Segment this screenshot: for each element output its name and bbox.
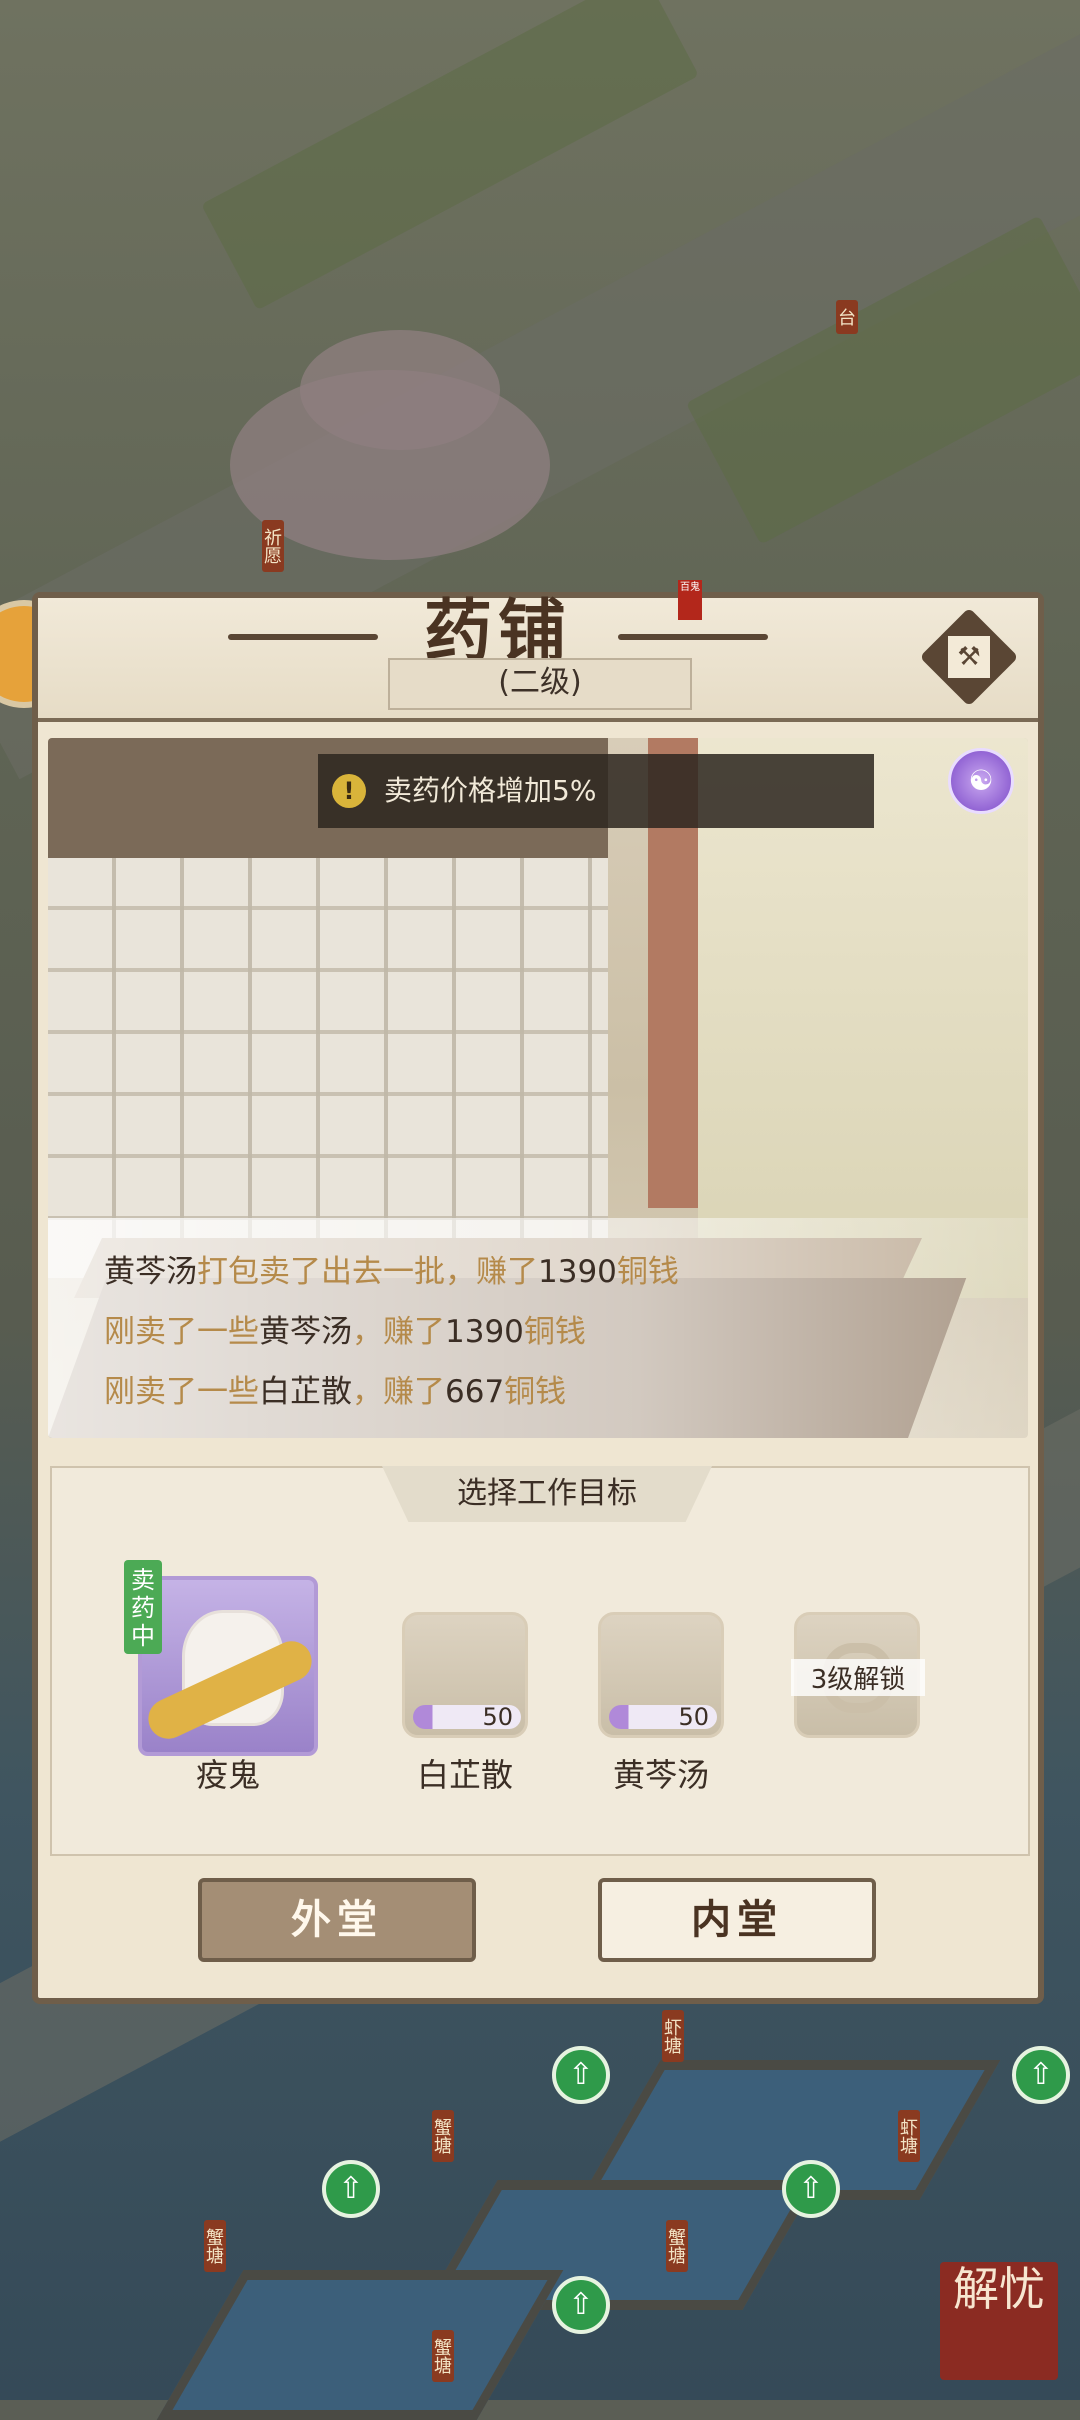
work-section-title: 选择工作目标 bbox=[382, 1466, 712, 1522]
upgrade-arrow-icon[interactable]: ⇧ bbox=[322, 2160, 380, 2218]
locked-slot[interactable]: 3级解锁 bbox=[791, 1612, 925, 1738]
map-sign[interactable]: 蟹塘 bbox=[431, 2110, 454, 2162]
map-sign[interactable]: 虾塘 bbox=[661, 2010, 684, 2062]
map-sign[interactable]: 祈愿 bbox=[261, 520, 284, 572]
sales-log: 黄芩汤打包卖了出去一批，赚了1390铜钱 刚卖了一些黄芩汤，赚了1390铜钱 刚… bbox=[48, 1218, 1028, 1438]
map-sign[interactable]: 蟹塘 bbox=[431, 2330, 454, 2382]
unlock-label: 3级解锁 bbox=[791, 1659, 925, 1696]
worker-name: 疫鬼 bbox=[195, 1756, 260, 1794]
upgrade-button[interactable]: ⚒ bbox=[919, 607, 1019, 707]
log-line: 黄芩汤打包卖了出去一批，赚了1390铜钱 bbox=[104, 1254, 679, 1290]
map-sign[interactable]: 蟹塘 bbox=[665, 2220, 688, 2272]
item-slot-baizhisan[interactable]: 50 bbox=[402, 1612, 528, 1738]
inner-hall-button[interactable]: 内堂 bbox=[598, 1878, 876, 1962]
map-sign[interactable]: 虾塘 bbox=[897, 2110, 920, 2162]
upgrade-arrow-icon[interactable]: ⇧ bbox=[1012, 2046, 1070, 2104]
upgrade-arrow-icon[interactable]: ⇧ bbox=[782, 2160, 840, 2218]
map-sign[interactable]: 蟹塘 bbox=[203, 2220, 226, 2272]
hammer-icon: ⚒ bbox=[948, 636, 990, 678]
panel-header: 药铺 百鬼 (二级) ⚒ bbox=[38, 580, 1038, 722]
worker-status-badge: 卖药中 bbox=[124, 1560, 162, 1654]
log-line: 刚卖了一些白芷散，赚了667铜钱 bbox=[104, 1374, 567, 1410]
alert-icon: ! bbox=[332, 774, 366, 808]
map-sign[interactable]: 台 bbox=[835, 300, 858, 334]
item-name: 白芷散 bbox=[416, 1756, 513, 1794]
jieyou-seal-button[interactable]: 解忧 bbox=[940, 2262, 1058, 2380]
shop-level: (二级) bbox=[388, 658, 692, 710]
item-name: 黄芩汤 bbox=[612, 1756, 709, 1794]
item-slot-huangqintang[interactable]: 50 bbox=[598, 1612, 724, 1738]
shop-seal: 百鬼 bbox=[678, 580, 702, 620]
outer-hall-button[interactable]: 外堂 bbox=[198, 1878, 476, 1962]
spirit-orb-icon[interactable]: ☯ bbox=[948, 748, 1014, 814]
upgrade-arrow-icon[interactable]: ⇧ bbox=[552, 2046, 610, 2104]
work-target-section: 选择工作目标 卖药中 疫鬼 50 白芷散 50 黄芩汤 3级解锁 bbox=[50, 1466, 1030, 1856]
price-bonus-banner: ! 卖药价格增加5% bbox=[318, 754, 874, 828]
shop-scene: ! 卖药价格增加5% ☯ 黄芩汤打包卖了出去一批，赚了1390铜钱 刚卖了一些黄… bbox=[48, 738, 1028, 1438]
bonus-text: 卖药价格增加5% bbox=[384, 774, 597, 807]
upgrade-arrow-icon[interactable]: ⇧ bbox=[552, 2276, 610, 2334]
log-line: 刚卖了一些黄芩汤，赚了1390铜钱 bbox=[104, 1314, 586, 1350]
medicine-shop-panel: 药铺 百鬼 (二级) ⚒ ! 卖药价格增加5% ☯ 黄芩汤打包卖了出去一批，赚了… bbox=[32, 580, 1044, 2004]
worker-portrait[interactable] bbox=[138, 1576, 319, 1756]
